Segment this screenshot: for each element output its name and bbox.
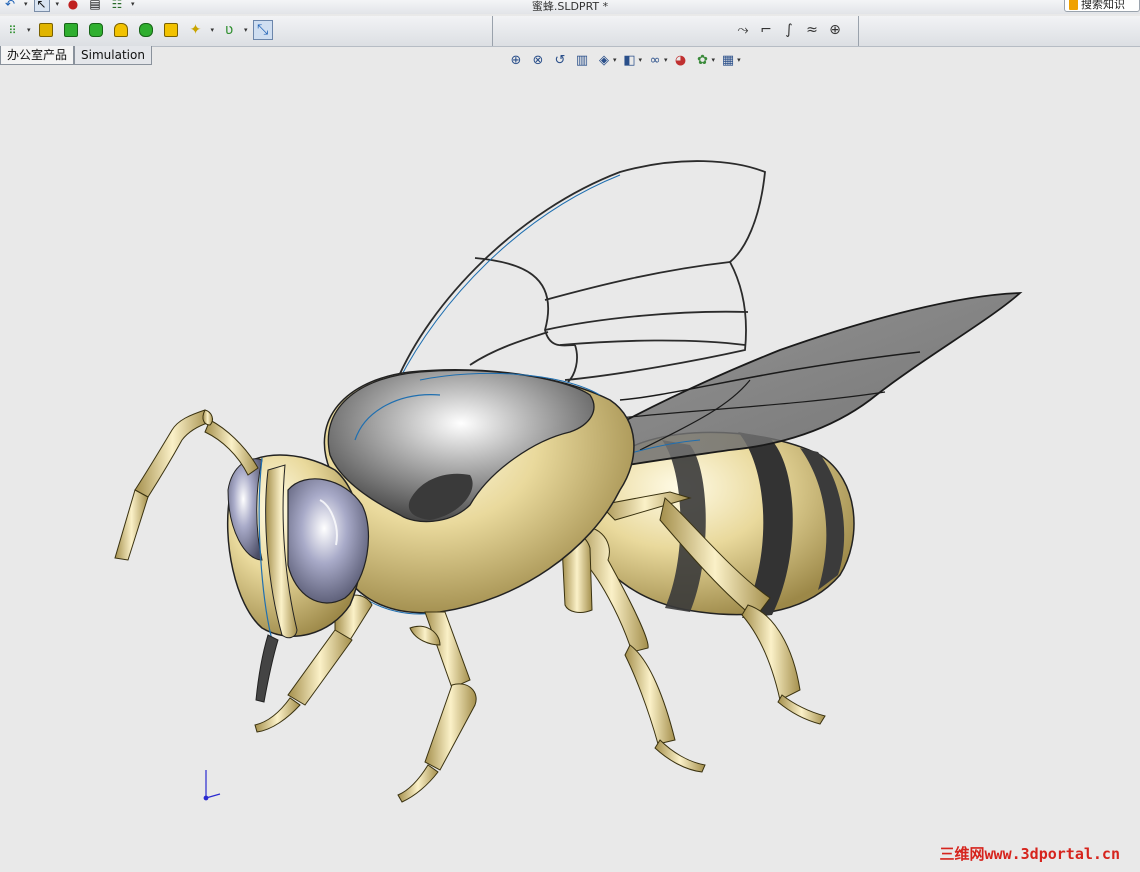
document-title: 蜜蜂.SLDPRT *: [531, 0, 609, 13]
curve-dropdown[interactable]: ▾: [244, 26, 248, 34]
shell-icon[interactable]: [111, 20, 131, 40]
hide-show-dropdown[interactable]: ▾: [664, 56, 668, 64]
head[interactable]: [226, 454, 370, 703]
instant3d-icon[interactable]: [161, 20, 181, 40]
sweep-surface-icon[interactable]: ⤳: [733, 20, 753, 40]
sketch-wand-icon[interactable]: ✦: [186, 20, 206, 40]
compound-eye: [287, 478, 370, 604]
fillet-icon[interactable]: [86, 20, 106, 40]
knit-surface-icon[interactable]: ≈: [802, 20, 822, 40]
feature-toolbar: ⠿ ▾ ✦ ▾ ʋ ▾ ⤡ ⤳ ⌐ ∫ ≈ ⊕: [0, 16, 1140, 47]
proboscis: [255, 634, 279, 703]
extrude-surface-icon[interactable]: ⌐: [756, 20, 776, 40]
search-label: 搜索知识: [1081, 0, 1125, 11]
scene-dropdown[interactable]: ▾: [712, 56, 716, 64]
back-wing[interactable]: [394, 160, 766, 386]
search-knowledge-box[interactable]: 搜索知识: [1064, 0, 1140, 12]
curve-icon[interactable]: ʋ: [219, 20, 239, 40]
graphics-viewport[interactable]: [0, 66, 1140, 872]
command-manager-tabs: 办公室产品 Simulation: [0, 46, 152, 65]
search-icon: [1069, 0, 1078, 10]
fill-surface-icon[interactable]: ⊕: [825, 20, 845, 40]
mirror-icon[interactable]: [136, 20, 156, 40]
display-dropdown[interactable]: ▾: [639, 56, 643, 64]
watermark-text: 三维网www.3dportal.cn: [939, 845, 1120, 863]
view-manager-icon[interactable]: ⤡: [252, 20, 273, 40]
back-wing-edge: [397, 174, 621, 383]
pattern-dropdown[interactable]: ▾: [27, 26, 31, 34]
orientation-dropdown[interactable]: ▾: [613, 56, 617, 64]
settings-dropdown[interactable]: ▾: [737, 56, 741, 64]
tab-office-products[interactable]: 办公室产品: [0, 46, 75, 65]
wand-dropdown[interactable]: ▾: [211, 26, 215, 34]
loft-surface-icon[interactable]: ∫: [779, 20, 799, 40]
extrude-boss-icon[interactable]: [36, 20, 56, 40]
title-bar: ↶ ▾ ↖ ▾ ● ▤ ☷ ▾ 蜜蜂.SLDPRT * 搜索知识: [0, 0, 1140, 14]
tab-simulation[interactable]: Simulation: [74, 46, 152, 65]
extrude-cut-icon[interactable]: [61, 20, 81, 40]
origin-triad: [203, 770, 221, 801]
middle-legs[interactable]: [397, 611, 477, 803]
linear-pattern-icon[interactable]: ⠿: [2, 20, 22, 40]
toolbar-divider: [492, 16, 493, 46]
toolbar-divider-2: [858, 16, 859, 46]
